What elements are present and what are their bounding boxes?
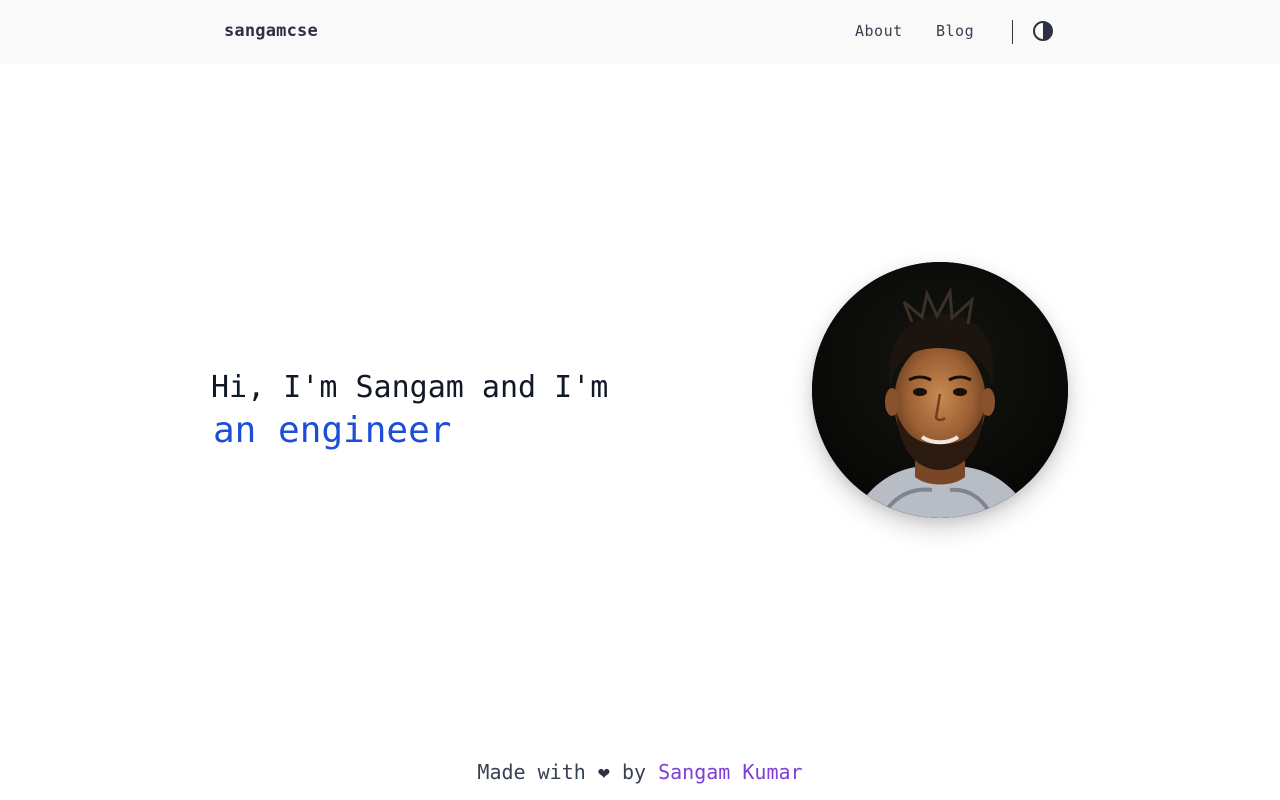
brand-logo-link[interactable]: sangamcse — [224, 21, 318, 41]
hero-intro: Hi, I'm Sangam and I'm an engineer — [211, 368, 711, 454]
nav-link-about[interactable]: About — [855, 22, 903, 40]
site-footer: Made with ❤ by Sangam Kumar — [0, 760, 1280, 784]
profile-photo — [812, 262, 1068, 518]
nav-link-blog[interactable]: Blog — [936, 22, 974, 40]
footer-author-link[interactable]: Sangam Kumar — [658, 760, 803, 784]
footer-by: by — [621, 760, 647, 784]
hero-role-typewriter: an engineer — [213, 410, 452, 451]
profile-avatar — [812, 262, 1068, 518]
footer-prefix: Made with — [477, 760, 586, 784]
theme-toggle-button[interactable] — [1031, 19, 1055, 43]
nav-divider — [1012, 20, 1013, 44]
hero-greeting: Hi, I'm Sangam and I'm — [211, 370, 609, 405]
heart-icon: ❤ — [597, 760, 610, 784]
contrast-icon — [1033, 21, 1053, 41]
site-header: sangamcse About Blog — [0, 0, 1280, 64]
